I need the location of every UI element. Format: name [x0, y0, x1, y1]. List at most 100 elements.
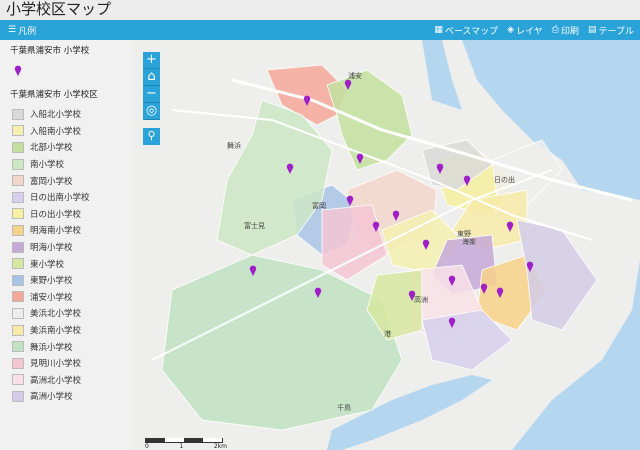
legend-item-label: 美浜南小学校 — [30, 326, 82, 337]
legend-item-label: 南小学校 — [30, 160, 65, 171]
scale-bar: 0 1 2km — [145, 438, 227, 450]
legend-item: 明海南小学校 — [12, 222, 130, 239]
legend-item-label: 美浜北小学校 — [30, 309, 82, 320]
river — [422, 40, 462, 110]
home-button[interactable]: ⌂ — [143, 69, 160, 86]
legend-item-label: 高洲北小学校 — [30, 375, 82, 386]
legend-item: 東野小学校 — [12, 272, 130, 289]
legend-swatch — [12, 341, 24, 353]
legend-swatch — [12, 291, 24, 303]
map-view[interactable]: 浦安 舞浜 富士見 海楽 日の出 高洲 港 千鳥 東野 富岡 — [132, 40, 640, 450]
print-button-label: 印刷 — [561, 26, 580, 37]
toolbar: ☰ 凡例 ▦ ベースマップ ◈ レイヤ ⎙ 印刷 ▤ テーブル — [0, 20, 640, 40]
legend-swatch — [12, 141, 24, 153]
search-button[interactable]: ⚲ — [143, 128, 160, 145]
legend-swatch — [12, 307, 24, 319]
map-label-takasu: 高洲 — [414, 295, 428, 304]
legend-item: 美浜北小学校 — [12, 305, 130, 322]
legend-item: 美浜南小学校 — [12, 322, 130, 339]
map-label-maihama: 舞浜 — [227, 141, 241, 150]
legend-swatch — [12, 208, 24, 220]
legend-item-label: 北部小学校 — [30, 143, 73, 154]
legend-item: 東小学校 — [12, 255, 130, 272]
legend-swatch — [12, 175, 24, 187]
home-icon: ⌂ — [147, 69, 156, 84]
legend-item-label: 入船南小学校 — [30, 126, 82, 137]
legend-item: 富岡小学校 — [12, 172, 130, 189]
layer-button-label: レイヤ — [516, 26, 543, 37]
legend-item: 日の出小学校 — [12, 206, 130, 223]
school-pin-icon — [14, 65, 22, 76]
legend-item: 浦安小学校 — [12, 289, 130, 306]
layers-icon: ◈ — [507, 25, 515, 35]
locate-button[interactable]: ◎ — [143, 103, 160, 120]
legend-item-label: 日の出南小学校 — [30, 193, 90, 204]
map-canvas[interactable]: 浦安 舞浜 富士見 海楽 日の出 高洲 港 千鳥 東野 富岡 — [132, 40, 640, 450]
table-icon: ▤ — [588, 25, 597, 35]
legend-item-label: 見明川小学校 — [30, 359, 82, 370]
map-label-higashino: 東野 — [457, 229, 471, 238]
legend-item-label: 日の出小学校 — [30, 209, 82, 220]
scale-label-max: 2km — [213, 443, 227, 450]
map-label-minato: 港 — [384, 329, 391, 338]
basemap-button-label: ベースマップ — [444, 26, 499, 37]
map-label-hinode: 日の出 — [494, 175, 515, 184]
legend-swatch — [12, 224, 24, 236]
legend-swatch — [12, 158, 24, 170]
legend-item-label: 東野小学校 — [30, 276, 73, 287]
legend-swatch — [12, 258, 24, 270]
search-icon: ⚲ — [147, 129, 156, 142]
legend-item-label: 高洲小学校 — [30, 392, 73, 403]
map-label-kaigan: 海楽 — [462, 237, 476, 246]
layer-button[interactable]: ◈ レイヤ — [507, 24, 543, 37]
legend-item: 入船北小学校 — [12, 106, 130, 123]
legend-swatch — [12, 374, 24, 386]
legend-districts-title: 千葉県浦安市 小学校区 — [10, 90, 98, 100]
legend-item: 高洲小学校 — [12, 388, 130, 405]
table-button-label: テーブル — [598, 26, 634, 37]
legend-item-label: 明海南小学校 — [30, 226, 82, 237]
legend-button-label: 凡例 — [18, 26, 37, 37]
legend-item: 南小学校 — [12, 156, 130, 173]
legend-button[interactable]: ☰ 凡例 — [8, 24, 36, 37]
page-title: 小学校区マップ — [6, 0, 112, 18]
map-label-tomioka: 富岡 — [312, 201, 326, 210]
legend-swatch — [12, 274, 24, 286]
map-label-urayasu: 浦安 — [348, 71, 362, 80]
scale-label-mid: 1 — [179, 443, 184, 450]
district-maihama[interactable] — [161, 254, 403, 431]
legend-item-label: 舞浜小学校 — [30, 342, 73, 353]
district-hokubu[interactable] — [326, 69, 413, 171]
legend-item: 北部小学校 — [12, 139, 130, 156]
grid-icon: ▦ — [434, 25, 443, 35]
legend-item-label: 浦安小学校 — [30, 292, 73, 303]
table-button[interactable]: ▤ テーブル — [588, 24, 634, 37]
legend-item: 舞浜小学校 — [12, 338, 130, 355]
map-zoom-controls: + ⌂ − ◎ — [143, 52, 160, 120]
list-icon: ☰ — [8, 25, 17, 35]
basemap-button[interactable]: ▦ ベースマップ — [434, 24, 498, 37]
zoom-in-button[interactable]: + — [143, 52, 160, 69]
map-label-chidori: 千鳥 — [337, 403, 351, 412]
print-button[interactable]: ⎙ 印刷 — [552, 24, 579, 37]
printer-icon: ⎙ — [551, 25, 559, 35]
legend-item: 高洲北小学校 — [12, 372, 130, 389]
map-label-fujimi: 富士見 — [244, 221, 265, 230]
legend-item: 入船南小学校 — [12, 123, 130, 140]
zoom-out-button[interactable]: − — [143, 86, 160, 103]
legend-item-label: 明海小学校 — [30, 243, 73, 254]
scale-label-zero: 0 — [145, 443, 149, 450]
locate-icon: ◎ — [145, 103, 158, 118]
legend-item: 明海小学校 — [12, 239, 130, 256]
legend-swatch — [12, 324, 24, 336]
legend-panel: 千葉県浦安市 小学校 千葉県浦安市 小学校区 入船北小学校入船南小学校 北部小学校… — [0, 40, 132, 450]
legend-item: 日の出南小学校 — [12, 189, 130, 206]
legend-swatch — [12, 241, 24, 253]
legend-swatch — [12, 390, 24, 402]
legend-item: 見明川小学校 — [12, 355, 130, 372]
legend-list: 入船北小学校入船南小学校 北部小学校南小学校富岡小学校日の出南小学校 日の出小学校明… — [12, 106, 130, 405]
legend-item-label: 東小学校 — [30, 259, 65, 270]
legend-swatch — [12, 191, 24, 203]
legend-schools-title: 千葉県浦安市 小学校 — [10, 46, 90, 56]
legend-item-label: 富岡小学校 — [30, 176, 73, 187]
